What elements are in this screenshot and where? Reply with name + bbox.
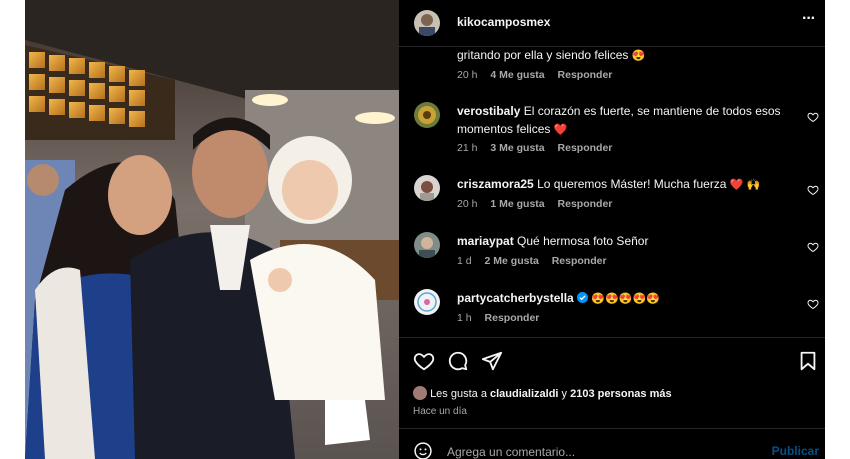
commenter-avatar-image xyxy=(418,106,436,124)
comment-like-icon[interactable] xyxy=(807,184,819,196)
post-side-panel: kikocamposmex ··· gritando por ella y si… xyxy=(399,0,825,459)
comment-emoji: ❤️ 🙌 xyxy=(729,179,761,191)
comment-box: Publicar xyxy=(399,428,825,459)
comment-likes[interactable]: 1 Me gusta xyxy=(490,198,544,210)
reply-button[interactable]: Responder xyxy=(558,198,613,210)
author-username[interactable]: kikocamposmex xyxy=(457,15,550,29)
comment-emoji: ❤️ xyxy=(553,124,568,136)
post-header: kikocamposmex ··· xyxy=(399,0,825,47)
verified-icon xyxy=(577,292,589,303)
comment-time: 1 h xyxy=(457,312,472,324)
commenter-username[interactable]: criszamora25 xyxy=(457,177,534,191)
comment-body: gritando por ella y siendo felices xyxy=(457,48,629,62)
likes-summary: Les gusta a claudializaldi y 2103 person… xyxy=(413,386,672,400)
baptism-photo xyxy=(25,0,399,459)
liker-avatar[interactable] xyxy=(413,386,427,400)
reply-button[interactable]: Responder xyxy=(558,69,613,81)
comment-meta: 20 h 4 Me gusta Responder xyxy=(457,69,622,81)
publish-button[interactable]: Publicar xyxy=(772,444,819,458)
comment-text: gritando por ella y siendo felices 😍 xyxy=(457,46,645,65)
comment-item: gritando por ella y siendo felices 😍 20 … xyxy=(399,46,825,86)
reply-button[interactable]: Responder xyxy=(552,255,607,267)
comment-emoji: 😍😍😍😍😍 xyxy=(591,293,660,305)
comment-time: 20 h xyxy=(457,69,478,81)
comment-body: Qué hermosa foto Señor xyxy=(517,234,649,248)
reply-button[interactable]: Responder xyxy=(558,142,613,154)
comment-likes[interactable]: 2 Me gusta xyxy=(485,255,539,267)
comment-like-icon[interactable] xyxy=(807,111,819,123)
comment-meta: 21 h 3 Me gusta Responder xyxy=(457,142,622,154)
likes-prefix: Les gusta a xyxy=(430,388,487,400)
comment-like-icon[interactable] xyxy=(807,241,819,253)
share-icon[interactable] xyxy=(481,350,503,372)
more-icon[interactable]: ··· xyxy=(802,10,816,28)
comment-icon[interactable] xyxy=(447,350,469,372)
instagram-post: kikocamposmex ··· gritando por ella y si… xyxy=(25,0,825,459)
comment-time: 1 d xyxy=(457,255,472,267)
comment-text: criszamora25 Lo queremos Máster! Mucha f… xyxy=(457,175,787,194)
comment-likes[interactable]: 4 Me gusta xyxy=(490,69,544,81)
comment-time: 21 h xyxy=(457,142,478,154)
comment-emoji: 😍 xyxy=(631,50,646,62)
commenter-avatar-image xyxy=(419,237,435,258)
comment-time: 20 h xyxy=(457,198,478,210)
comment-text: verostibaly El corazón es fuerte, se man… xyxy=(457,102,787,139)
comment-meta: 1 d 2 Me gusta Responder xyxy=(457,255,617,267)
comment-like-icon[interactable] xyxy=(807,298,819,310)
others-count[interactable]: 2103 personas más xyxy=(570,388,672,400)
commenter-avatar-image xyxy=(417,292,437,312)
comment-item: verostibaly El corazón es fuerte, se man… xyxy=(399,102,825,158)
save-icon[interactable] xyxy=(797,350,819,372)
commenter-username[interactable]: mariaypat xyxy=(457,234,514,248)
comment-item: criszamora25 Lo queremos Máster! Mucha f… xyxy=(399,175,825,215)
like-icon[interactable] xyxy=(413,350,435,372)
commenter-avatar[interactable] xyxy=(414,289,440,315)
post-photo[interactable] xyxy=(25,0,399,459)
post-actions-area: Les gusta a claudializaldi y 2103 person… xyxy=(399,337,825,459)
author-avatar-image xyxy=(419,14,435,36)
liker-username[interactable]: claudializaldi xyxy=(490,388,558,400)
comment-item: mariaypat Qué hermosa foto Señor 1 d 2 M… xyxy=(399,232,825,272)
commenter-avatar[interactable] xyxy=(414,102,440,128)
comment-meta: 20 h 1 Me gusta Responder xyxy=(457,198,622,210)
likes-joiner: y xyxy=(561,388,568,400)
commenter-avatar-image xyxy=(420,181,434,201)
emoji-icon[interactable] xyxy=(413,441,433,459)
comment-input[interactable] xyxy=(445,441,749,459)
comment-item: partycatcherbystella 😍😍😍😍😍 1 h Responder xyxy=(399,289,825,329)
comment-body: Lo queremos Máster! Mucha fuerza xyxy=(537,177,727,191)
comment-text: mariaypat Qué hermosa foto Señor xyxy=(457,232,787,250)
commenter-avatar[interactable] xyxy=(414,232,440,258)
commenter-username[interactable]: verostibaly xyxy=(457,104,520,118)
commenter-username[interactable]: partycatcherbystella xyxy=(457,291,574,305)
comment-likes[interactable]: 3 Me gusta xyxy=(490,142,544,154)
comment-text: partycatcherbystella 😍😍😍😍😍 xyxy=(457,289,787,308)
posted-time: Hace un día xyxy=(413,406,467,417)
reply-button[interactable]: Responder xyxy=(485,312,540,324)
commenter-avatar[interactable] xyxy=(414,175,440,201)
comment-meta: 1 h Responder xyxy=(457,312,549,324)
author-avatar[interactable] xyxy=(414,10,440,36)
